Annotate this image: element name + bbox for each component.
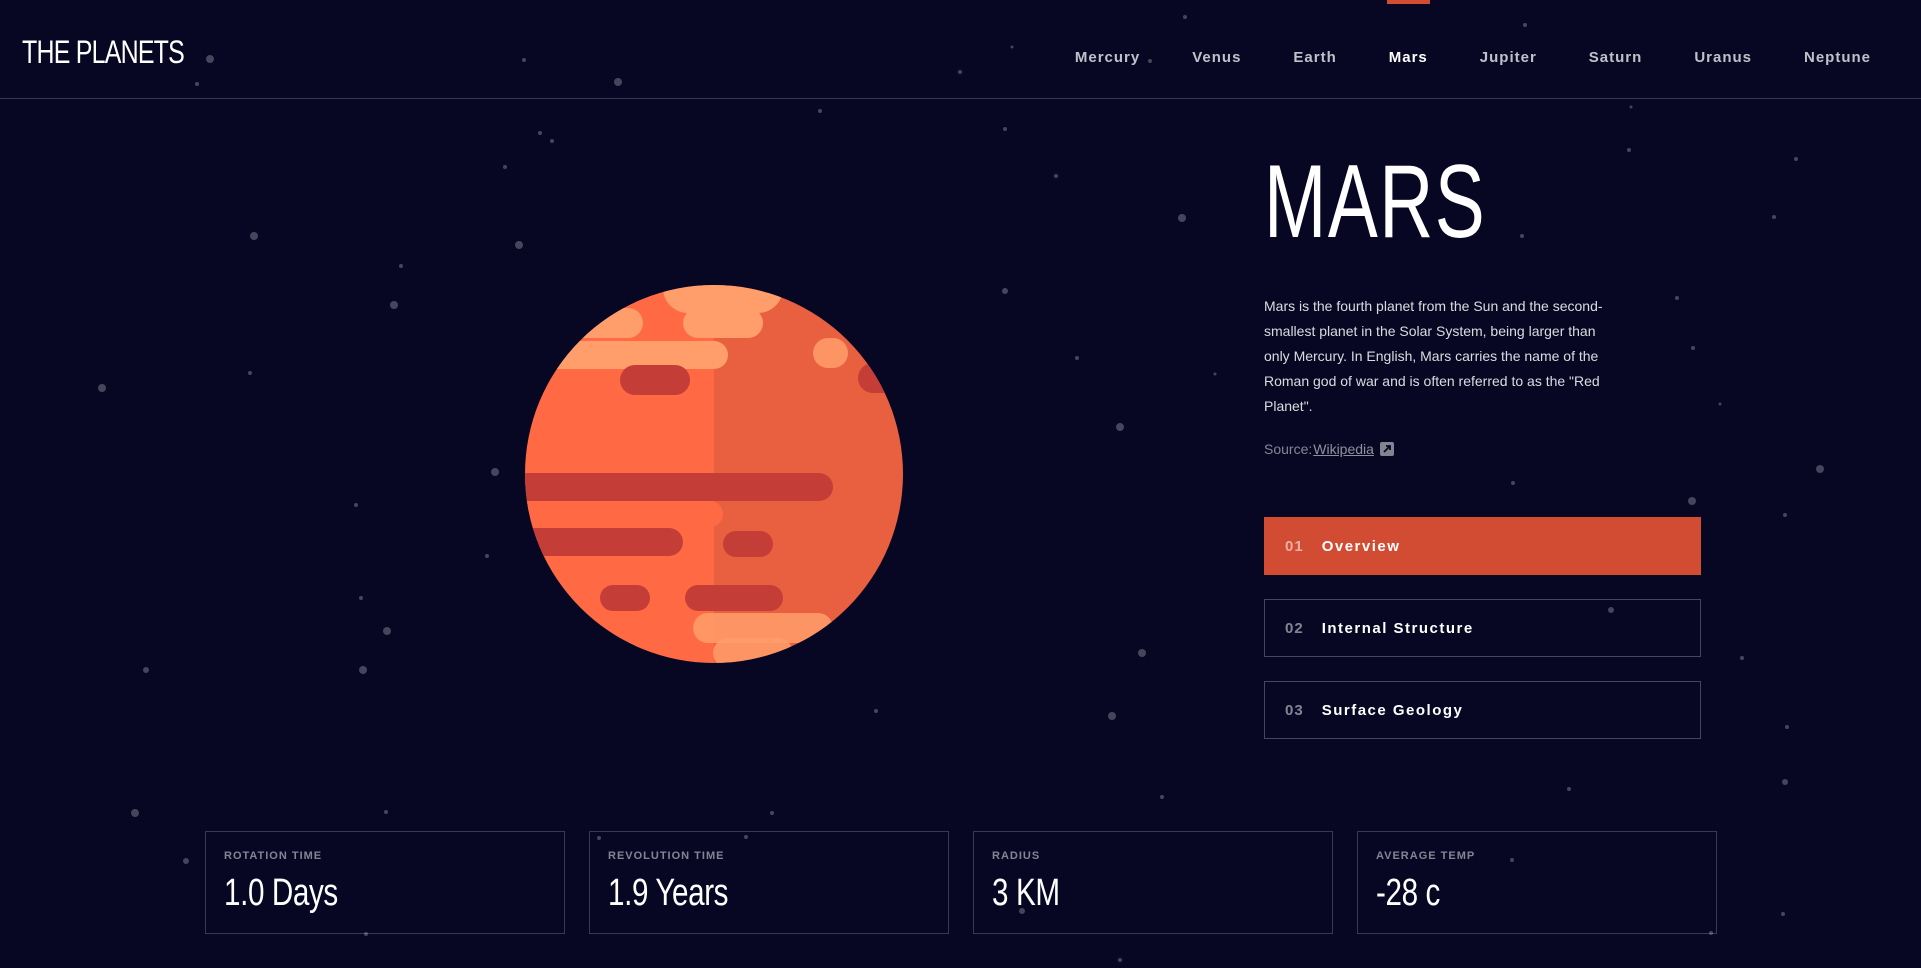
tab-label: Overview — [1321, 537, 1401, 555]
stat-label: ROTATION TIME — [224, 850, 323, 862]
nav-item-venus[interactable]: Venus — [1192, 0, 1241, 98]
stat-value: -28 c — [1376, 872, 1440, 914]
tab-surface-geology[interactable]: 03 Surface Geology — [1264, 681, 1701, 739]
tab-internal-structure[interactable]: 02 Internal Structure — [1264, 599, 1701, 657]
nav-item-neptune[interactable]: Neptune — [1804, 0, 1871, 98]
tab-label: Internal Structure — [1321, 619, 1474, 637]
nav-item-earth[interactable]: Earth — [1293, 0, 1336, 98]
stat-value: 1.0 Days — [224, 872, 338, 914]
nav-item-mars[interactable]: Mars — [1386, 0, 1430, 98]
stat-label: AVERAGE TEMP — [1376, 850, 1476, 862]
starfield-background — [98, 15, 1824, 962]
info-tabs: 01 Overview 02 Internal Structure 03 Sur… — [1264, 517, 1701, 763]
top-header: THE PLANETS Mercury Venus Earth Mars Jup… — [0, 0, 1921, 99]
source-label: Source: — [1264, 441, 1313, 457]
source-link[interactable]: Wikipedia — [1313, 441, 1374, 457]
mars-planet-image — [525, 285, 903, 663]
source-line: Source: Wikipedia — [1264, 441, 1704, 457]
app-logo[interactable]: THE PLANETS — [22, 34, 185, 71]
tab-label: Surface Geology — [1321, 701, 1464, 719]
planet-description: Mars is the fourth planet from the Sun a… — [1264, 298, 1603, 414]
nav-item-uranus[interactable]: Uranus — [1694, 0, 1752, 98]
planet-nav: Mercury Venus Earth Mars Jupiter Saturn … — [1023, 0, 1871, 98]
tab-number: 01 — [1285, 537, 1304, 555]
stat-value: 1.9 Years — [608, 872, 729, 914]
planet-title: MARS — [1264, 144, 1487, 260]
planet-illustration — [523, 283, 905, 665]
tab-number: 02 — [1285, 619, 1304, 637]
stat-label: RADIUS — [992, 850, 1041, 862]
stat-card-rotation: ROTATION TIME 1.0 Days — [205, 831, 565, 934]
nav-item-mercury[interactable]: Mercury — [1075, 0, 1140, 98]
nav-item-saturn[interactable]: Saturn — [1589, 0, 1643, 98]
stat-card-temperature: AVERAGE TEMP -28 c — [1357, 831, 1717, 934]
stat-value: 3 KM — [992, 872, 1060, 914]
external-link-icon[interactable] — [1379, 442, 1394, 456]
stats-row: ROTATION TIME 1.0 Days REVOLUTION TIME 1… — [205, 831, 1717, 934]
tab-overview[interactable]: 01 Overview — [1264, 517, 1701, 575]
stat-card-revolution: REVOLUTION TIME 1.9 Years — [589, 831, 949, 934]
planet-info: MARS Mars is the fourth planet from the … — [1264, 150, 1704, 457]
nav-item-jupiter[interactable]: Jupiter — [1480, 0, 1537, 98]
stat-label: REVOLUTION TIME — [608, 850, 725, 862]
stat-card-radius: RADIUS 3 KM — [973, 831, 1333, 934]
tab-number: 03 — [1285, 701, 1304, 719]
